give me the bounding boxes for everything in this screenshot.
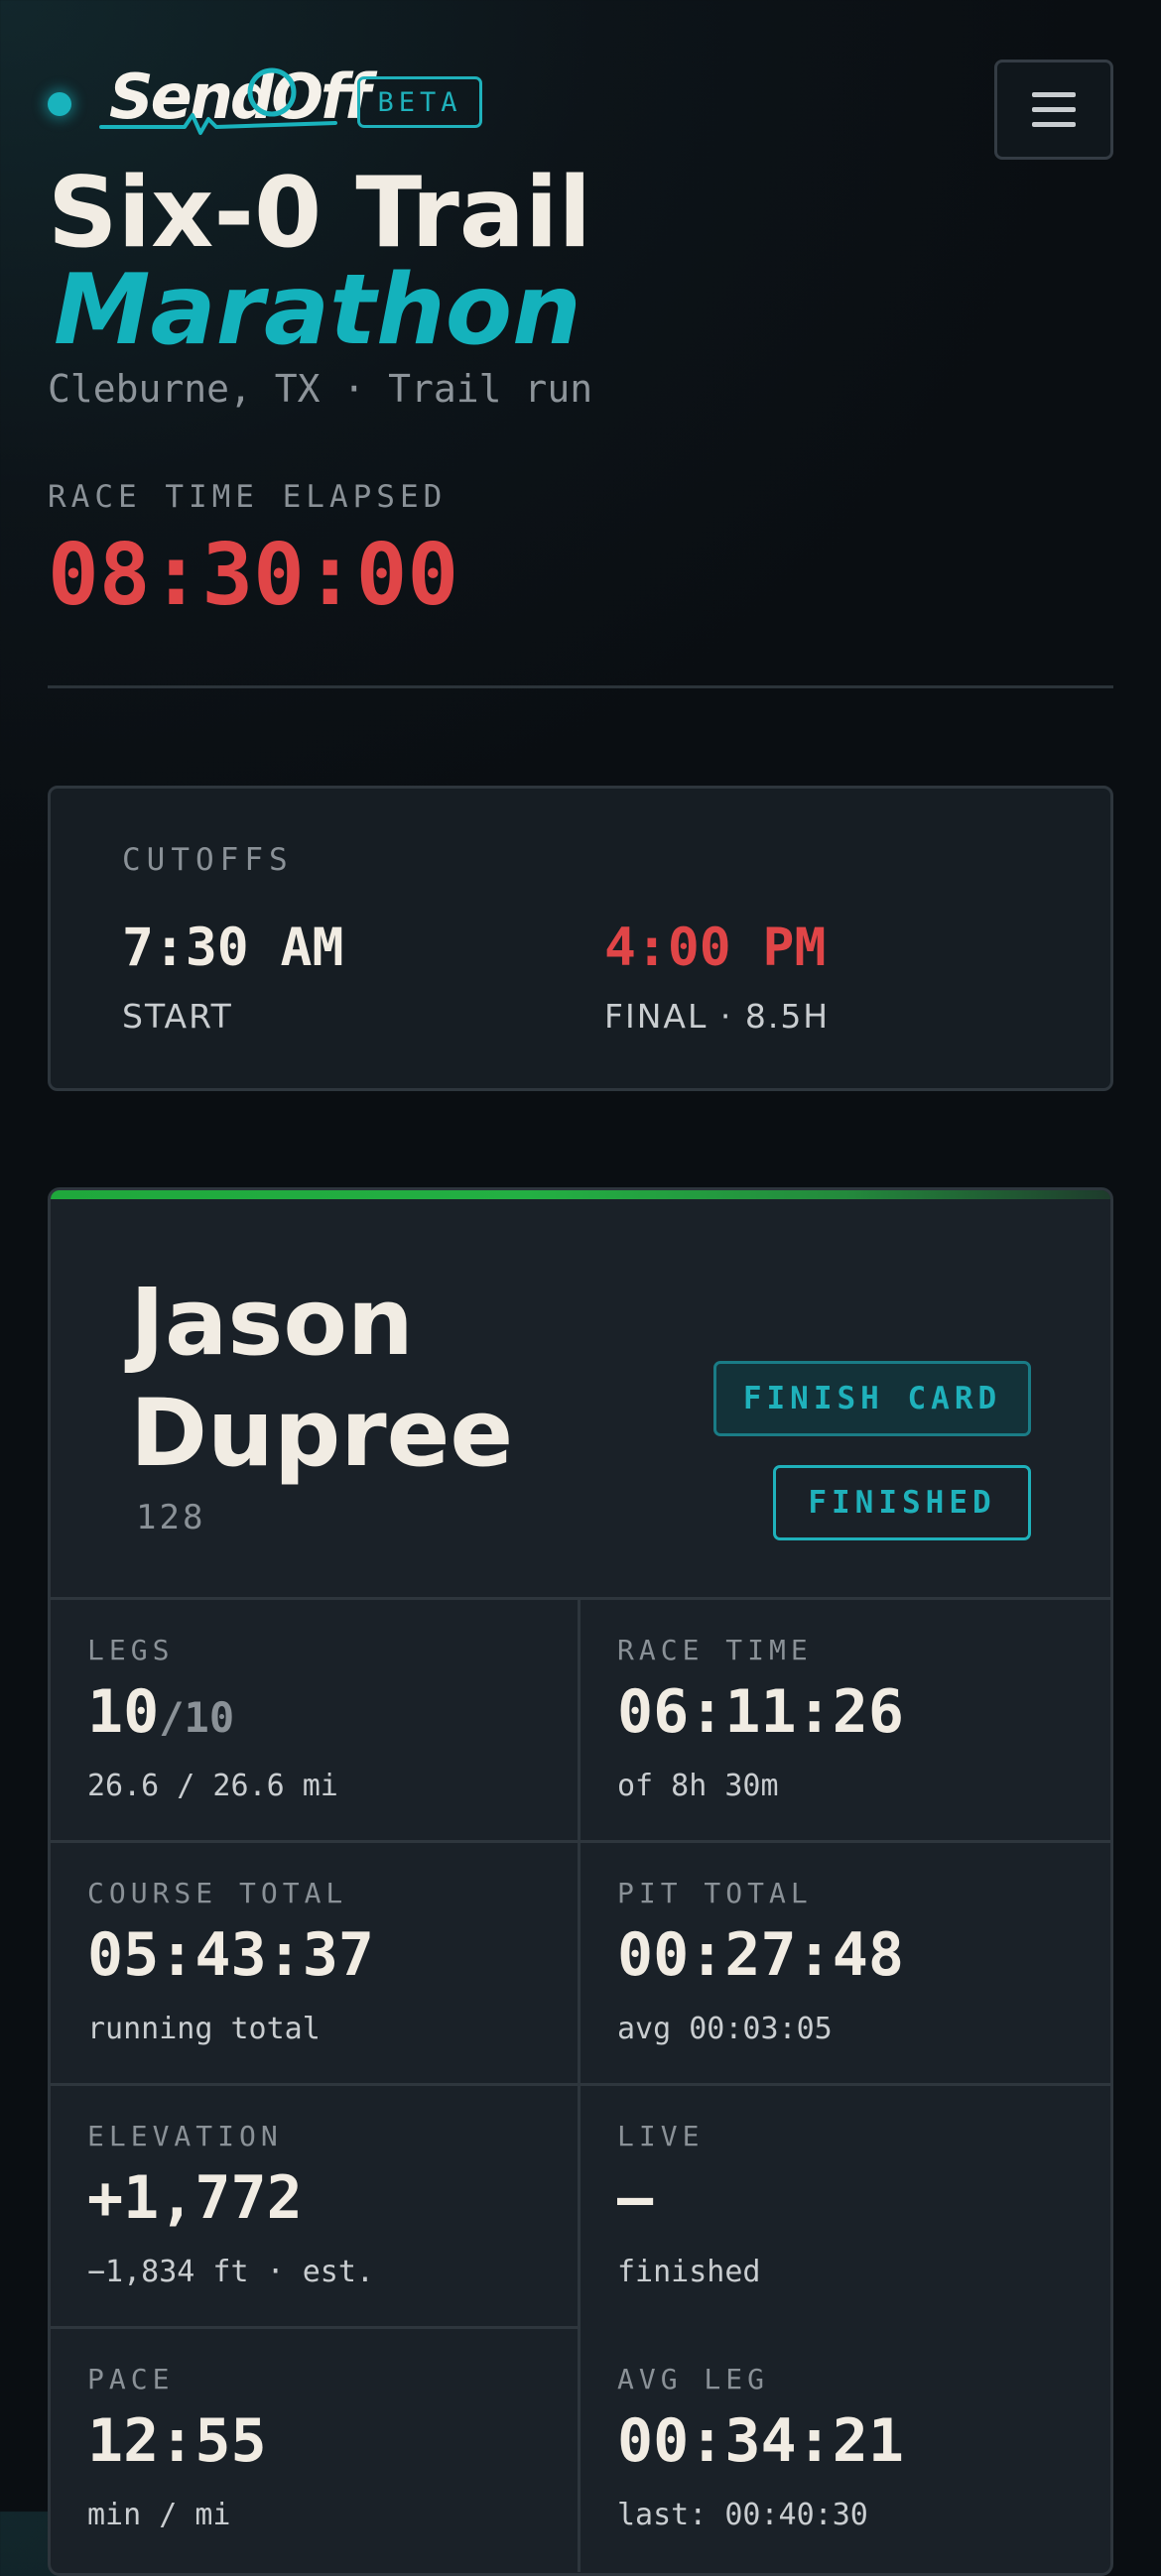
beta-badge: BETA [357, 76, 482, 128]
stat-label: AVG LEG [617, 2363, 770, 2395]
stat-sub: of 8h 30m [617, 1769, 779, 1803]
race-location: Cleburne, TX · Trail run [48, 367, 593, 411]
stat-sub: last: 00:40:30 [617, 2498, 868, 2532]
runner-name: Jason Dupree [130, 1268, 666, 1490]
stat-value: 00:27:48 [617, 1920, 904, 1990]
stat-pace: PACE 12:55 min / mi [51, 2329, 580, 2572]
bib-number: 128 [136, 1498, 206, 1537]
stat-value: 00:34:21 [617, 2406, 904, 2476]
legs-completed: 10 [87, 1677, 160, 1747]
stat-label: LIVE [617, 2120, 705, 2152]
stat-value: 10/10 [87, 1677, 234, 1747]
sendoff-logo[interactable]: SendOff [97, 58, 371, 137]
status-badge: FINISHED [773, 1465, 1031, 1540]
stat-avg-leg: AVG LEG 00:34:21 last: 00:40:30 [580, 2329, 1110, 2572]
stat-race-time: RACE TIME 06:11:26 of 8h 30m [580, 1600, 1110, 1843]
stat-label: RACE TIME [617, 1634, 813, 1666]
progress-strip [51, 1190, 1110, 1199]
stat-value: 06:11:26 [617, 1677, 904, 1747]
stat-sub: min / mi [87, 2498, 231, 2532]
logo-pulse-icon [99, 67, 337, 135]
finish-card-button[interactable]: FINISH CARD [713, 1361, 1031, 1436]
hamburger-menu-icon [1032, 91, 1076, 127]
runner-card: Jason Dupree 128 FINISH CARD FINISHED LE… [48, 1187, 1113, 2576]
stat-elevation: ELEVATION +1,772 −1,834 ft · est. [51, 2086, 580, 2329]
stat-label: PACE [87, 2363, 175, 2395]
cutoff-final-label: FINAL · 8.5H [604, 997, 831, 1036]
stat-value: +1,772 [87, 2163, 303, 2233]
legs-total: /10 [159, 1693, 235, 1742]
stat-legs: LEGS 10/10 26.6 / 26.6 mi [51, 1600, 580, 1843]
race-title-accent: Marathon [54, 254, 581, 367]
live-dot-icon [48, 92, 71, 116]
stats-grid: LEGS 10/10 26.6 / 26.6 mi RACE TIME 06:1… [51, 1597, 1110, 2572]
stat-label: ELEVATION [87, 2120, 283, 2152]
stat-value: 05:43:37 [87, 1920, 374, 1990]
stat-sub: 26.6 / 26.6 mi [87, 1769, 338, 1803]
stat-label: LEGS [87, 1634, 175, 1666]
stat-course-total: COURSE TOTAL 05:43:37 running total [51, 1843, 580, 2086]
divider [48, 685, 1113, 688]
stat-sub: running total [87, 2012, 321, 2046]
stat-pit-total: PIT TOTAL 00:27:48 avg 00:03:05 [580, 1843, 1110, 2086]
stat-value: 12:55 [87, 2406, 267, 2476]
cutoff-start-time: 7:30 AM [122, 918, 344, 978]
stat-sub: −1,834 ft · est. [87, 2255, 374, 2289]
cutoff-final-time: 4:00 PM [604, 918, 827, 978]
elapsed-label: RACE TIME ELAPSED [48, 479, 448, 515]
runner-name-text: Jason Dupree [130, 1269, 514, 1488]
stat-sub: avg 00:03:05 [617, 2012, 833, 2046]
cutoff-start-label: START [122, 997, 233, 1036]
stat-label: COURSE TOTAL [87, 1877, 348, 1909]
stat-live: LIVE — finished [580, 2086, 1110, 2329]
cutoffs-card: CUTOFFS 7:30 AM START 4:00 PM FINAL · 8.… [48, 786, 1113, 1091]
cutoffs-label: CUTOFFS [122, 842, 294, 878]
menu-button[interactable] [994, 60, 1113, 160]
stat-value: — [617, 2163, 654, 2233]
stat-label: PIT TOTAL [617, 1877, 813, 1909]
race-title: Six-0 Trail [48, 157, 592, 270]
stat-sub: finished [617, 2255, 761, 2289]
elapsed-timer: 08:30:00 [48, 526, 459, 625]
